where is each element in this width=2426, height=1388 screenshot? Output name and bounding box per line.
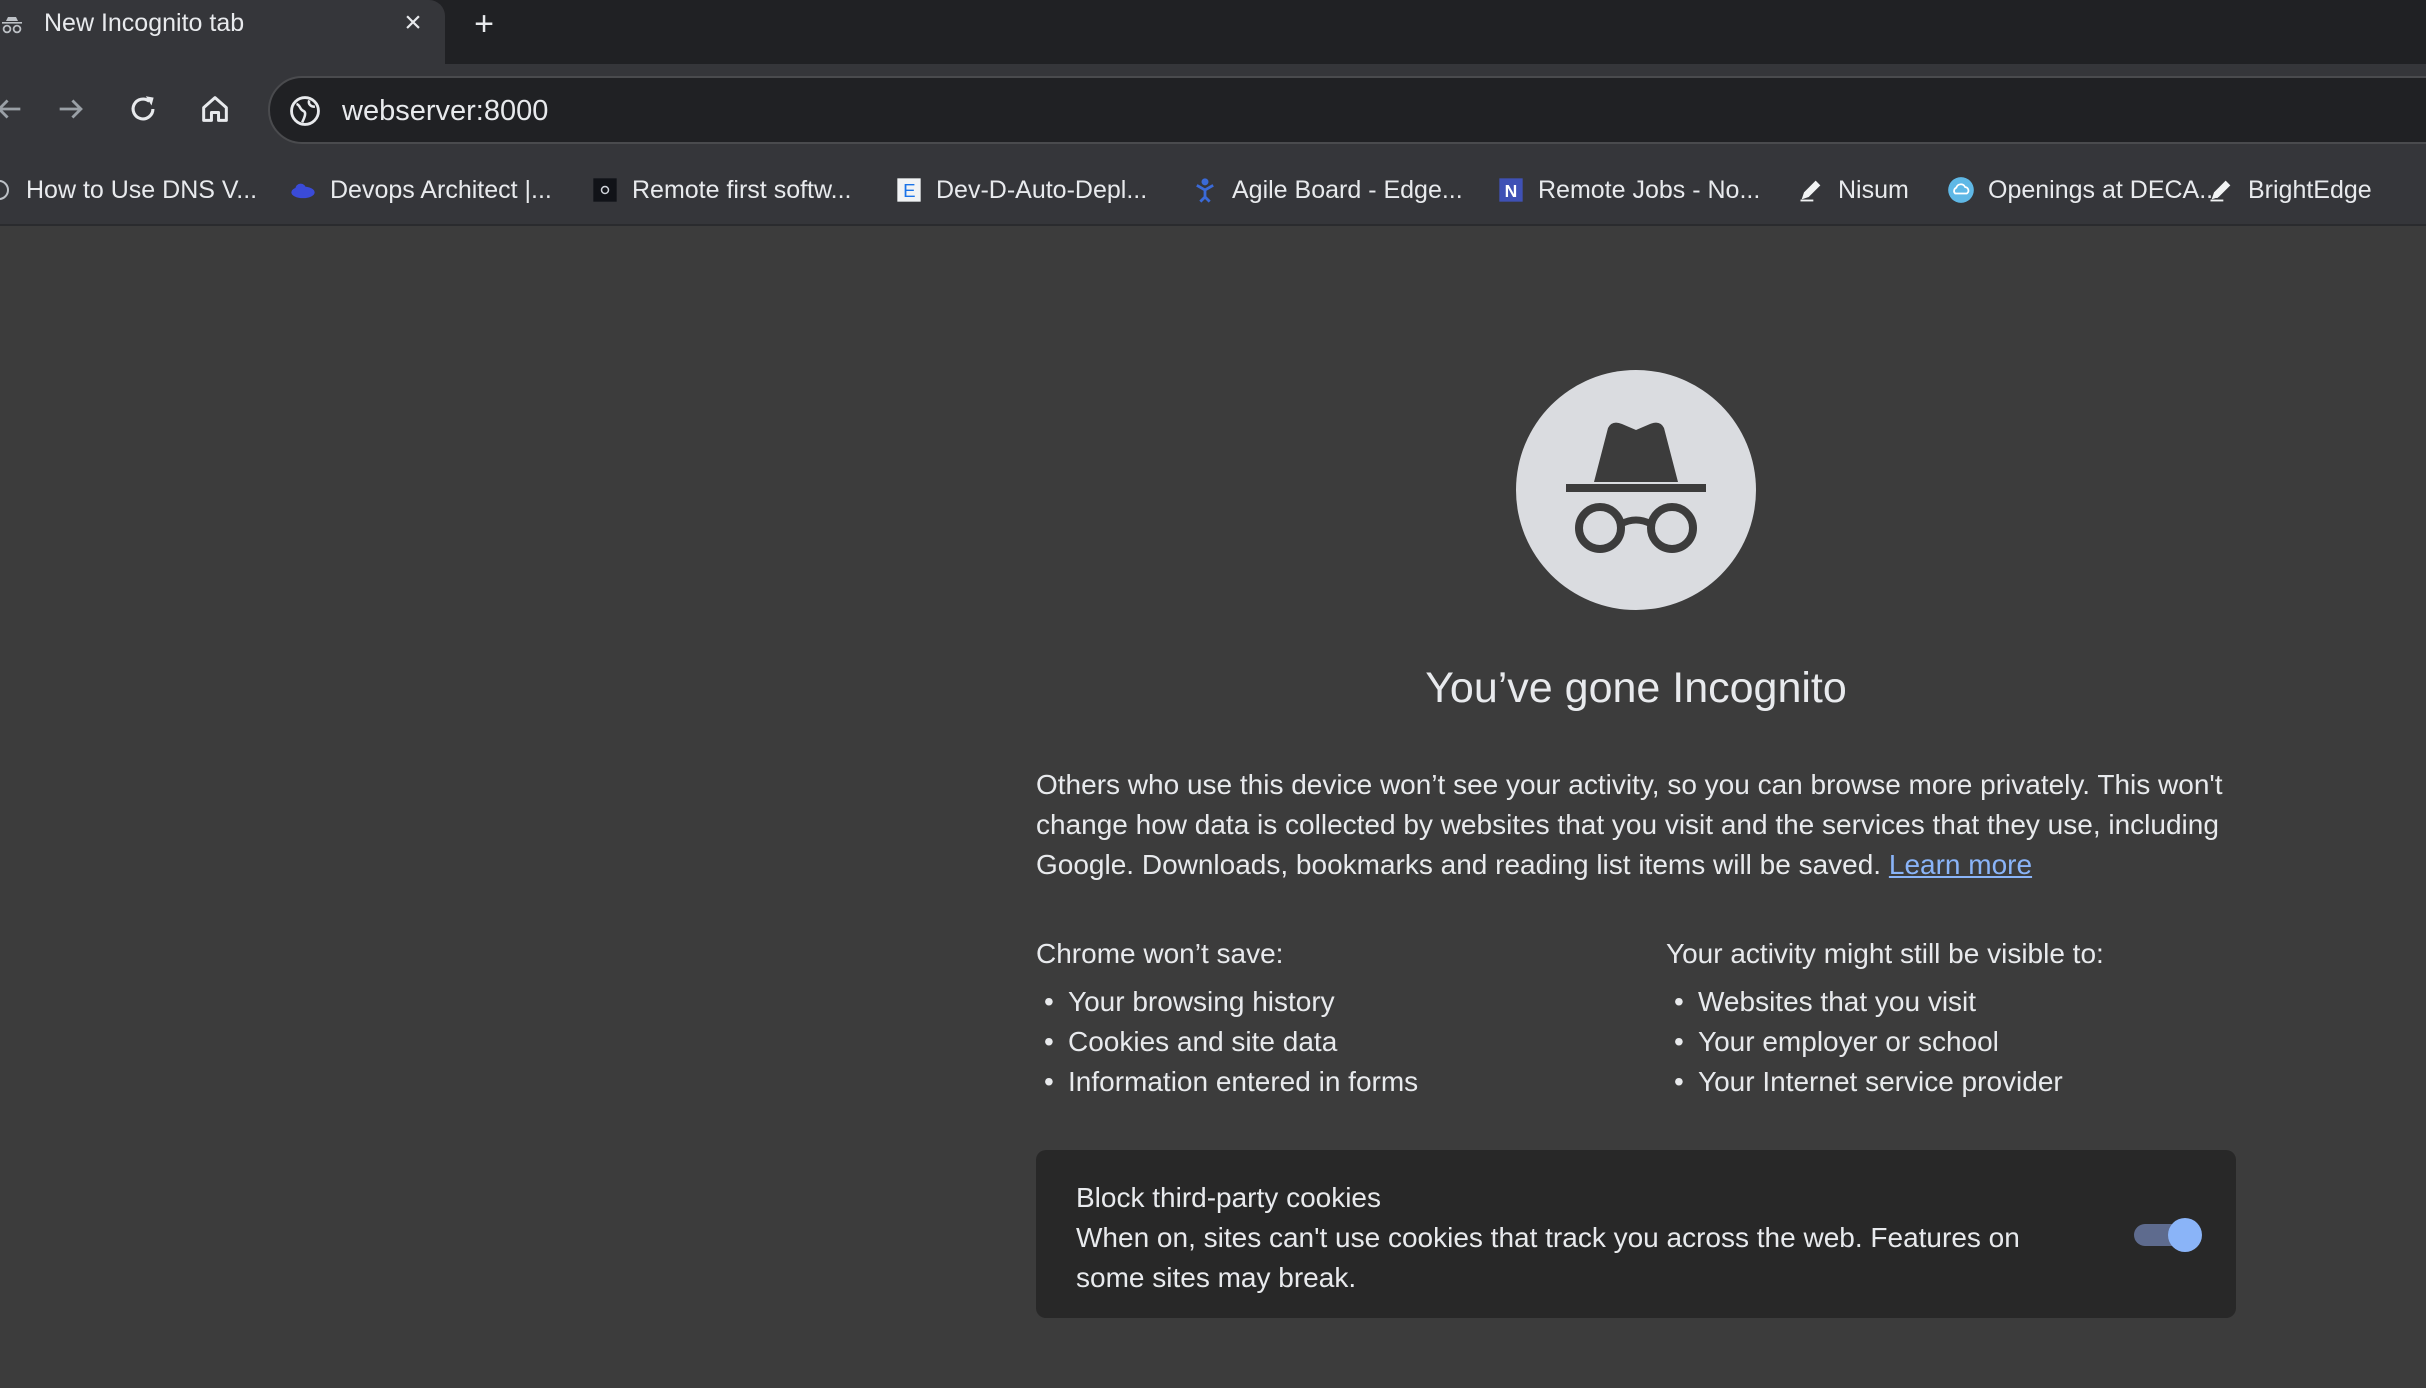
toggle-knob [2168,1218,2202,1252]
globe-icon [0,175,14,205]
cloud-circle-icon [1946,175,1976,205]
bookmark-label: Devops Architect |... [330,176,552,204]
visible-to-section: Your activity might still be visible to:… [1666,934,2266,1102]
page-title: You’ve gone Incognito [1425,664,1847,712]
bookmark-item[interactable]: E Dev-D-Auto-Depl... [894,172,1147,208]
wont-save-section: Chrome won’t save: Your browsing history… [1036,934,1636,1102]
list-item: Your browsing history [1036,982,1636,1022]
tab-title: New Incognito tab [44,9,245,37]
bookmark-label: Openings at DECA... [1988,176,2221,204]
reload-button[interactable] [120,86,166,132]
bookmark-item[interactable]: Openings at DECA... [1946,172,2220,208]
bookmark-item[interactable]: N Remote Jobs - No... [1496,172,1760,208]
toolbar: webserver:8000 [0,64,2426,154]
bookmark-label: How to Use DNS V... [26,176,258,204]
pen-icon [1796,175,1826,205]
bookmark-label: Nisum [1838,176,1909,204]
intro-text: Others who use this device won’t see you… [1036,769,2223,880]
bookmark-item[interactable]: Agile Board - Edge... [1190,172,1463,208]
tab-strip: New Incognito tab × + [0,0,2426,64]
intro-paragraph: Others who use this device won’t see you… [1036,765,2236,885]
visible-to-list: Websites that you visit Your employer or… [1666,982,2266,1102]
bookmark-item[interactable]: Devops Architect |... [288,172,552,208]
visible-to-title: Your activity might still be visible to: [1666,938,2104,969]
svg-text:E: E [903,180,915,201]
bookmarks-bar: How to Use DNS V... Devops Architect |..… [0,154,2426,226]
list-item: Websites that you visit [1666,982,2266,1022]
cookies-description: When on, sites can't use cookies that tr… [1076,1222,2020,1293]
svg-text:N: N [1505,181,1518,201]
bookmark-label: Remote first softw... [632,176,852,204]
globe-icon[interactable] [288,94,322,128]
new-tab-button[interactable]: + [464,4,504,44]
incognito-page: You’ve gone Incognito Others who use thi… [0,226,2426,1388]
wont-save-title: Chrome won’t save: [1036,938,1284,969]
home-icon [202,96,228,122]
back-button[interactable] [0,86,32,132]
incognito-icon [1516,370,1756,610]
back-arrow-icon [0,99,21,119]
pen-icon [2206,175,2236,205]
third-party-cookies-card: Block third-party cookies When on, sites… [1036,1150,2236,1318]
bookmark-label: BrightEdge [2248,176,2372,204]
home-button[interactable] [192,86,238,132]
address-text[interactable]: webserver:8000 [342,94,548,128]
forward-button[interactable] [48,86,94,132]
wont-save-list: Your browsing history Cookies and site d… [1036,982,1636,1102]
bookmark-item[interactable]: BrightEdge [2206,172,2372,208]
tab-close-button[interactable]: × [396,6,430,40]
bookmark-label: Dev-D-Auto-Depl... [936,176,1148,204]
bookmark-item[interactable]: How to Use DNS V... [0,172,257,208]
list-item: Your employer or school [1666,1022,2266,1062]
forward-arrow-icon [59,99,83,119]
list-item: Cookies and site data [1036,1022,1636,1062]
address-bar[interactable]: webserver:8000 [268,76,2426,144]
bookmark-label: Agile Board - Edge... [1232,176,1463,204]
bookmark-item[interactable]: Remote first softw... [590,172,852,208]
incognito-icon [0,14,24,38]
cloud-icon [288,175,318,205]
document-e-icon: E [894,175,924,205]
learn-more-link[interactable]: Learn more [1889,849,2032,880]
block-cookies-toggle[interactable] [2134,1218,2202,1252]
agile-icon [1190,175,1220,205]
cookies-title: Block third-party cookies [1076,1182,1382,1213]
n-letter-icon: N [1496,175,1526,205]
dark-square-icon [590,175,620,205]
bookmark-label: Remote Jobs - No... [1538,176,1761,204]
list-item: Information entered in forms [1036,1062,1636,1102]
tab-new-incognito[interactable]: New Incognito tab × [0,0,445,64]
reload-icon [131,96,155,121]
list-item: Your Internet service provider [1666,1062,2266,1102]
bookmark-item[interactable]: Nisum [1796,172,1909,208]
